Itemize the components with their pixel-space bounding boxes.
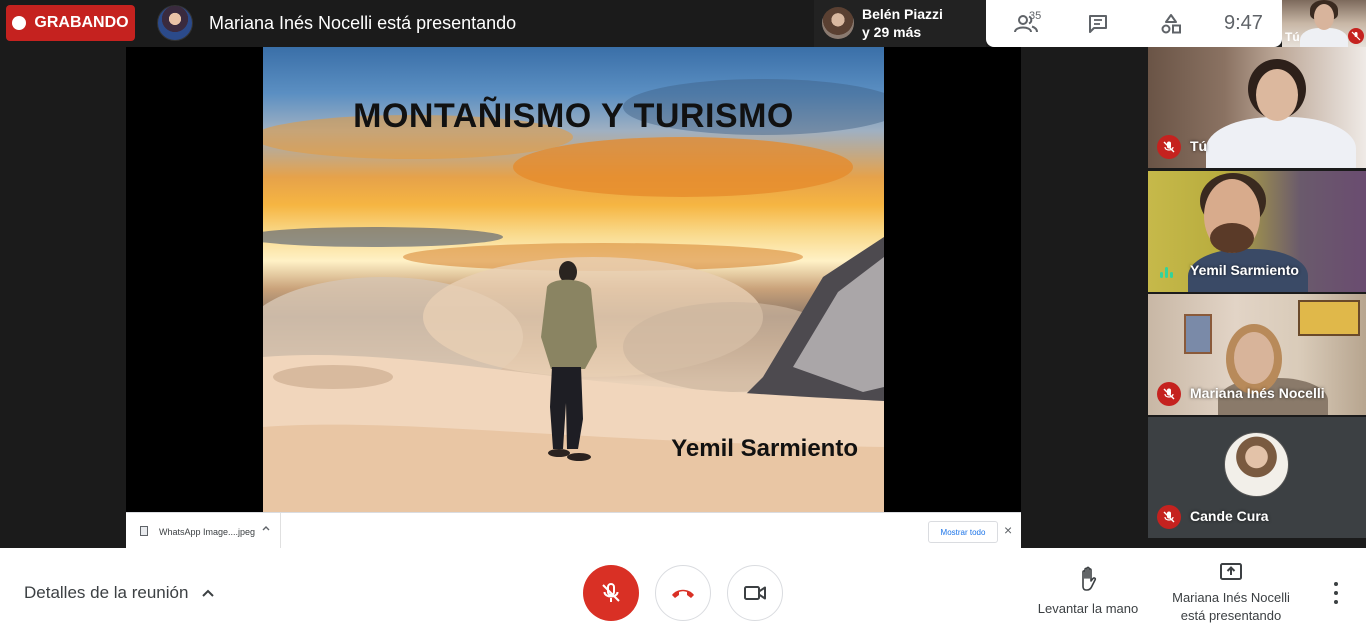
self-face [1314, 4, 1334, 30]
activities-button[interactable] [1151, 0, 1191, 47]
slide-title: MONTAÑISMO Y TURISMO [353, 97, 794, 135]
tile-name: Yemil Sarmiento [1190, 262, 1299, 278]
participants-chip[interactable]: Belén Piazzi y 29 más [814, 0, 986, 47]
participant-tile[interactable]: Tú [1148, 47, 1366, 168]
people-count: 35 [1029, 10, 1042, 22]
presentation-stage: MONTAÑISMO Y TURISMO Yemil Sarmiento [126, 47, 1021, 512]
file-icon [140, 526, 148, 536]
more-options-button[interactable] [1326, 582, 1346, 604]
mic-off-icon [1157, 382, 1181, 406]
chat-icon [1089, 14, 1107, 33]
mic-off-icon [1348, 28, 1364, 44]
self-body [1300, 28, 1348, 47]
bottom-bar: Detalles de la reunión Levantar la mano [0, 548, 1366, 637]
chat-button[interactable] [1078, 0, 1118, 47]
participant-tile[interactable]: Cande Cura [1148, 417, 1366, 538]
participant-avatar [1224, 432, 1289, 497]
more-vert-icon [1334, 591, 1338, 595]
presenter-avatar [157, 5, 193, 41]
recording-dot-icon [12, 16, 27, 30]
download-item[interactable]: WhatsApp Image....jpeg [126, 513, 281, 549]
show-all-button[interactable]: Mostrar todo [928, 521, 998, 543]
participant-chip-more: y 29 más [862, 24, 922, 40]
tile-person-body [1206, 117, 1356, 168]
meeting-details-button[interactable]: Detalles de la reunión [24, 583, 216, 603]
mic-off-icon [602, 583, 620, 602]
self-label: Tú [1285, 30, 1300, 44]
participant-chip-name: Belén Piazzi [862, 6, 943, 22]
activities-icon [1161, 13, 1181, 33]
tile-name: Tú [1190, 138, 1208, 154]
tile-person-face [1234, 332, 1274, 384]
speaking-indicator-icon [1160, 266, 1173, 278]
mic-toggle-button[interactable] [583, 565, 639, 621]
tile-person-beard [1210, 223, 1254, 253]
meeting-controls-panel: 35 9:47 [986, 0, 1282, 47]
wall-map [1298, 300, 1360, 336]
leave-call-button[interactable] [655, 565, 711, 621]
slide-author: Yemil Sarmiento [671, 435, 858, 462]
presenting-title: Mariana Inés Nocelli está presentando [209, 13, 517, 33]
wall-picture [1184, 314, 1212, 354]
participant-tile[interactable]: Yemil Sarmiento [1148, 171, 1366, 292]
participant-tile[interactable]: Mariana Inés Nocelli [1148, 294, 1366, 415]
self-view-thumbnail[interactable]: Tú [1282, 0, 1366, 47]
download-file-name: WhatsApp Image....jpeg [159, 527, 256, 537]
chevron-up-icon[interactable] [261, 523, 271, 536]
mic-off-icon [1157, 135, 1181, 159]
tile-name: Mariana Inés Nocelli [1190, 385, 1325, 401]
more-vert-icon [1334, 600, 1338, 604]
present-screen-icon [1220, 563, 1242, 580]
tile-name: Cande Cura [1190, 508, 1269, 524]
recording-label: GRABANDO [34, 14, 129, 31]
people-button[interactable] [1006, 0, 1046, 47]
raise-hand-label: Levantar la mano [1037, 601, 1139, 616]
top-bar: GRABANDO Mariana Inés Nocelli está prese… [0, 0, 1366, 47]
phone-hangup-icon [672, 589, 694, 598]
presenting-line-1: Mariana Inés Nocelli [1172, 590, 1290, 605]
presenting-line-2: está presentando [1180, 608, 1282, 623]
meeting-details-label: Detalles de la reunión [24, 583, 189, 602]
camera-toggle-button[interactable] [727, 565, 783, 621]
chevron-up-icon [202, 589, 215, 597]
tile-person-face [1256, 69, 1298, 121]
clock: 9:47 [1224, 12, 1263, 34]
raise-hand-button[interactable]: Levantar la mano [1032, 566, 1144, 616]
participant-avatar [822, 7, 854, 39]
presenting-status-button[interactable]: Mariana Inés Nocelli está presentando [1162, 562, 1300, 625]
camera-icon [744, 586, 766, 600]
recording-badge: GRABANDO [6, 5, 135, 41]
presentation-slide: MONTAÑISMO Y TURISMO Yemil Sarmiento [263, 47, 884, 512]
more-vert-icon [1334, 582, 1338, 586]
mic-off-icon [1157, 505, 1181, 529]
download-bar: WhatsApp Image....jpeg Mostrar todo × [126, 512, 1021, 549]
hand-icon [1082, 566, 1097, 591]
close-icon[interactable]: × [1004, 522, 1012, 538]
